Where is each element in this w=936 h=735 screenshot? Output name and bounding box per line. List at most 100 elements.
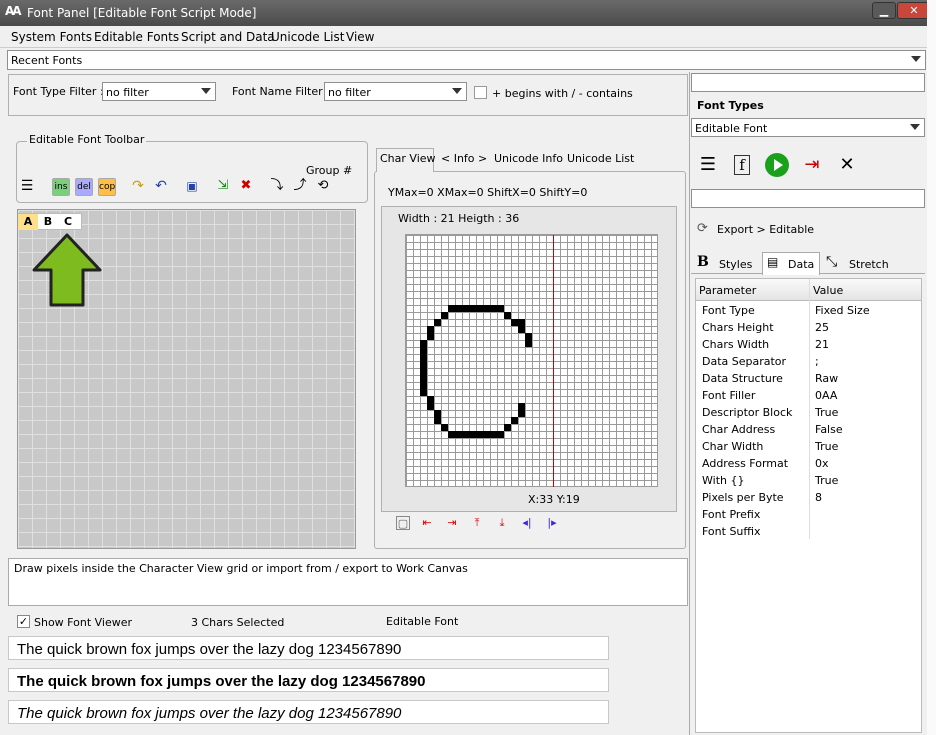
glyph-pixel[interactable] [420,389,427,396]
glyph-pixel[interactable] [490,305,497,312]
param-row[interactable]: Data Structure Raw [697,370,921,387]
param-row[interactable]: Pixels per Byte 8 [697,489,921,506]
glyph-pixel[interactable] [455,305,462,312]
glyph-pixel[interactable] [420,368,427,375]
char-cell-c[interactable]: C [58,214,78,230]
tab-data[interactable]: Data [788,258,814,271]
select-icon[interactable]: ▢ [396,516,410,530]
delete-button[interactable]: del [75,178,93,196]
param-row[interactable]: Address Format 0x [697,455,921,472]
minimize-button[interactable]: ▁ [872,2,896,19]
param-value[interactable]: Fixed Size [815,304,870,317]
menu-icon[interactable]: ☰ [18,178,36,196]
param-value[interactable]: 0AA [815,389,837,402]
redo-icon[interactable]: ↷ [129,178,147,196]
shift-right-icon[interactable]: ⇥ [445,516,459,530]
tab-char-view[interactable]: Char View [380,152,436,165]
char-cell-b[interactable]: B [38,214,58,230]
param-row[interactable]: With {} True [697,472,921,489]
glyph-pixel[interactable] [476,431,483,438]
glyph-pixel[interactable] [483,305,490,312]
tab-unicode-list[interactable]: Unicode List [567,152,634,165]
glyph-pixel[interactable] [427,396,434,403]
glyph-pixel[interactable] [525,333,532,340]
param-value[interactable]: 8 [815,491,822,504]
glyph-pixel[interactable] [420,354,427,361]
glyph-pixel[interactable] [497,431,504,438]
glyph-pixel[interactable] [518,410,525,417]
param-value[interactable]: True [815,406,838,419]
glyph-pixel[interactable] [497,305,504,312]
group-next-icon[interactable]: ⤴ [291,178,309,196]
param-row[interactable]: Char Address False [697,421,921,438]
right-search-input[interactable] [691,73,925,92]
glyph-pixel[interactable] [427,326,434,333]
glyph-pixel[interactable] [504,424,511,431]
param-value[interactable]: ; [815,355,819,368]
glyph-pixel[interactable] [427,333,434,340]
glyph-pixel[interactable] [420,340,427,347]
close-button[interactable]: ✕ [897,2,931,19]
glyph-pixel[interactable] [511,417,518,424]
glyph-pixel[interactable] [434,410,441,417]
font-type-select[interactable]: Editable Font [691,118,925,137]
param-row[interactable]: Font Prefix [697,506,921,523]
insert-button[interactable]: ins [52,178,70,196]
menu-view[interactable]: View [346,30,374,44]
glyph-pixel[interactable] [441,312,448,319]
param-value[interactable]: 21 [815,338,829,351]
shift-up-icon[interactable]: ⤒ [470,516,484,530]
shift-left-icon[interactable]: ⇤ [420,516,434,530]
begins-with-checkbox[interactable] [474,86,487,99]
undo-icon[interactable]: ↶ [152,178,170,196]
glyph-pixel[interactable] [518,403,525,410]
show-font-viewer-checkbox[interactable]: ✓ [17,615,30,628]
param-value[interactable]: True [815,440,838,453]
tab-info[interactable]: < Info > [441,152,487,165]
param-value[interactable]: False [815,423,843,436]
menu-script-and-data[interactable]: Script and Data [181,30,275,44]
recent-fonts-select[interactable]: Recent Fonts [7,50,926,70]
font-name-filter-select[interactable]: no filter [324,82,467,101]
menu-icon[interactable]: ☰ [694,151,722,179]
font-type-filter-select[interactable]: no filter [102,82,216,101]
copy-button[interactable]: cop [98,178,116,196]
glyph-pixel[interactable] [462,431,469,438]
tab-styles[interactable]: Styles [719,258,752,271]
param-value[interactable]: True [815,474,838,487]
glyph-pixel[interactable] [420,382,427,389]
glyph-pixel[interactable] [434,417,441,424]
tab-unicode-info[interactable]: Unicode Info [494,152,563,165]
glyph-pixel[interactable] [420,347,427,354]
group-prev-icon[interactable]: ⤵ [268,178,286,196]
exit-icon[interactable]: ⇥ [798,151,826,179]
font-file-icon[interactable]: f [728,151,756,179]
glyph-pixel[interactable] [434,319,441,326]
param-row[interactable]: Descriptor Block True [697,404,921,421]
glyph-pixel[interactable] [441,424,448,431]
play-icon[interactable] [763,151,791,179]
menu-system-fonts[interactable]: System Fonts [11,30,92,44]
glyph-pixel[interactable] [462,305,469,312]
glyph-pixel[interactable] [448,305,455,312]
glyph-pixel[interactable] [420,361,427,368]
char-cell-a[interactable]: A [18,214,38,230]
export-icon[interactable]: ✖ [237,178,255,196]
group-refresh-icon[interactable]: ⟲ [314,178,332,196]
pixel-grid[interactable] [405,234,658,487]
glyph-pixel[interactable] [448,431,455,438]
param-value[interactable]: 0x [815,457,829,470]
glyph-pixel[interactable] [518,319,525,326]
glyph-pixel[interactable] [427,403,434,410]
glyph-pixel[interactable] [511,319,518,326]
right-path-input[interactable] [691,189,925,208]
tab-stretch[interactable]: Stretch [849,258,889,271]
shift-down-icon[interactable]: ⤓ [495,516,509,530]
glyph-pixel[interactable] [490,431,497,438]
param-row[interactable]: Char Width True [697,438,921,455]
glyph-pixel[interactable] [518,326,525,333]
glyph-pixel[interactable] [476,305,483,312]
import-icon[interactable]: ⇲ [214,178,232,196]
glyph-pixel[interactable] [504,312,511,319]
width-decrease-icon[interactable]: ◂| [520,516,534,530]
